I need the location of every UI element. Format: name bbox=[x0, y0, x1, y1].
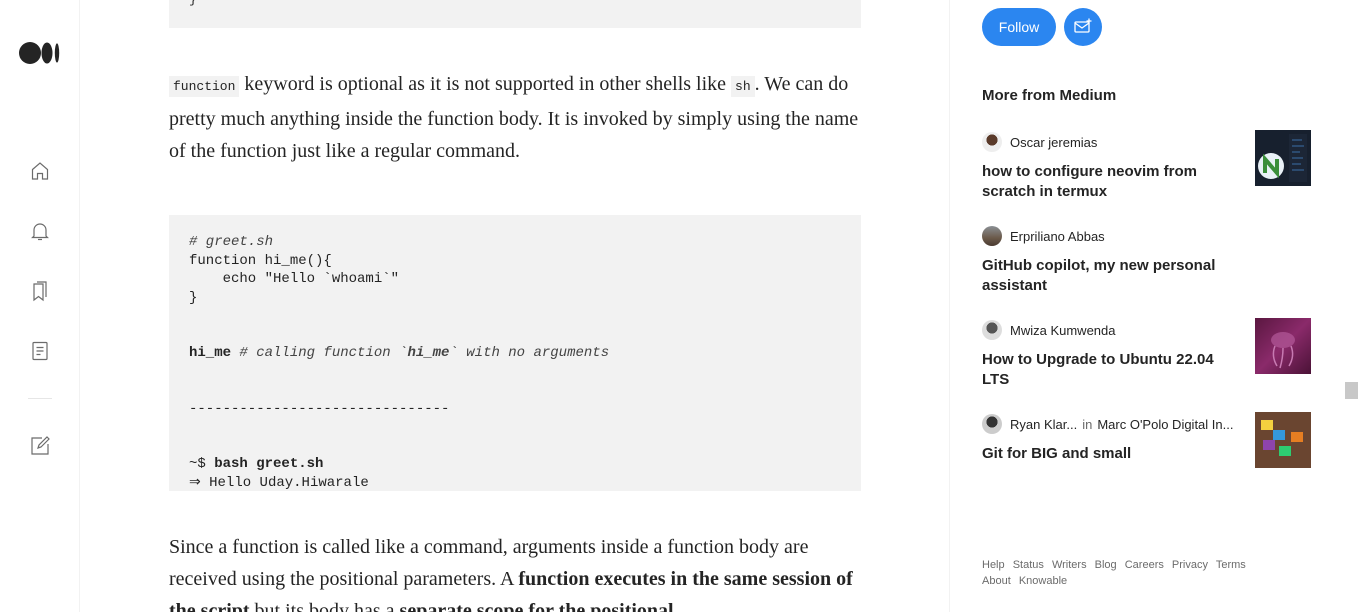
code-comment: # greet.sh bbox=[189, 234, 274, 250]
subscribe-button[interactable] bbox=[1064, 8, 1102, 46]
code-command: bash greet.sh bbox=[214, 456, 324, 472]
author-name[interactable]: Mwiza Kumwenda bbox=[1010, 323, 1116, 338]
article-paragraph: Since a function is called like a comman… bbox=[169, 531, 861, 612]
medium-logo[interactable] bbox=[19, 42, 61, 64]
code-block: # greet.sh function hi_me(){ echo "Hello… bbox=[169, 215, 861, 491]
write-icon[interactable] bbox=[28, 434, 52, 458]
footer-link-help[interactable]: Help bbox=[982, 559, 1005, 571]
story-thumbnail[interactable] bbox=[1255, 318, 1311, 374]
footer-link-about[interactable]: About bbox=[982, 575, 1011, 587]
rail-divider bbox=[28, 398, 52, 399]
bell-icon[interactable] bbox=[28, 219, 52, 243]
story-title[interactable]: GitHub copilot, my new personal assistan… bbox=[982, 256, 1232, 296]
avatar bbox=[982, 320, 1002, 340]
story-title[interactable]: how to configure neovim from scratch in … bbox=[982, 162, 1232, 202]
paragraph-text: but its body has a bbox=[249, 600, 400, 612]
article-paragraph: function keyword is optional as it is no… bbox=[169, 68, 861, 167]
code-block-previous: } bbox=[169, 0, 861, 28]
code-line: function hi_me(){ bbox=[189, 252, 332, 269]
code-bold: hi_me bbox=[189, 345, 232, 361]
footer-link-blog[interactable]: Blog bbox=[1095, 559, 1117, 571]
story-thumbnail[interactable] bbox=[1255, 130, 1311, 186]
code-line: echo "Hello `whoami`" bbox=[189, 271, 400, 287]
avatar bbox=[982, 132, 1002, 152]
footer-link-knowable[interactable]: Knowable bbox=[1019, 575, 1067, 587]
mail-plus-icon bbox=[1074, 18, 1092, 33]
ubuntu-jellyfish-thumbnail bbox=[1271, 332, 1295, 369]
code-prompt: ~$ bbox=[189, 456, 215, 472]
story-title[interactable]: How to Upgrade to Ubuntu 22.04 LTS bbox=[982, 350, 1232, 390]
sidebar-footer: Help Status Writers Blog Careers Privacy… bbox=[982, 557, 1282, 589]
inline-code: sh bbox=[731, 76, 755, 97]
story-thumbnail[interactable] bbox=[1255, 412, 1311, 468]
author-name[interactable]: Oscar jeremias bbox=[1010, 135, 1097, 150]
more-from-medium-heading: More from Medium bbox=[982, 87, 1117, 104]
scrollbar-thumb[interactable] bbox=[1345, 382, 1358, 399]
in-word: in bbox=[1082, 416, 1093, 432]
story-title[interactable]: Git for BIG and small bbox=[982, 444, 1232, 464]
code-line: } bbox=[189, 289, 198, 306]
avatar bbox=[982, 414, 1002, 434]
avatar bbox=[982, 226, 1002, 246]
story-author-row: Oscar jeremias bbox=[982, 132, 1097, 152]
bookmarks-icon[interactable] bbox=[28, 279, 52, 303]
footer-link-status[interactable]: Status bbox=[1013, 559, 1044, 571]
code-output: ⇒ Hello Uday.Hiwarale bbox=[189, 474, 369, 491]
page-scrollbar[interactable] bbox=[1343, 0, 1360, 612]
neovim-logo-thumbnail bbox=[1258, 134, 1307, 182]
story-author-row: Mwiza Kumwenda bbox=[982, 320, 1116, 340]
author-name[interactable]: Ryan Klar... bbox=[1010, 417, 1077, 432]
story-author-row: Ryan Klar... in Marc O'Polo Digital In..… bbox=[982, 414, 1233, 434]
home-icon[interactable] bbox=[28, 159, 52, 183]
publication-name[interactable]: Marc O'Polo Digital In... bbox=[1097, 417, 1233, 432]
code-comment-bold: hi_me bbox=[407, 345, 450, 361]
footer-link-privacy[interactable]: Privacy bbox=[1172, 559, 1208, 571]
blocks-thumbnail bbox=[1255, 412, 1311, 468]
footer-link-writers[interactable]: Writers bbox=[1052, 559, 1087, 571]
story-author-row: Erpriliano Abbas bbox=[982, 226, 1105, 246]
author-name[interactable]: Erpriliano Abbas bbox=[1010, 229, 1105, 244]
paragraph-text: keyword is optional as it is not support… bbox=[239, 73, 732, 95]
code-comment: # calling function ` bbox=[231, 345, 408, 361]
follow-button[interactable]: Follow bbox=[982, 8, 1056, 46]
code-content: # greet.sh function hi_me(){ echo "Hello… bbox=[189, 233, 609, 492]
paragraph-bold: separate scope for the positional bbox=[399, 600, 674, 612]
footer-link-terms[interactable]: Terms bbox=[1216, 559, 1246, 571]
stories-icon[interactable] bbox=[28, 339, 52, 363]
code-comment: ` with no arguments bbox=[449, 345, 610, 361]
code-line: } bbox=[189, 0, 197, 7]
footer-link-careers[interactable]: Careers bbox=[1125, 559, 1164, 571]
left-rail bbox=[0, 0, 80, 612]
code-separator: ------------------------------- bbox=[189, 400, 450, 417]
inline-code: function bbox=[169, 76, 240, 97]
